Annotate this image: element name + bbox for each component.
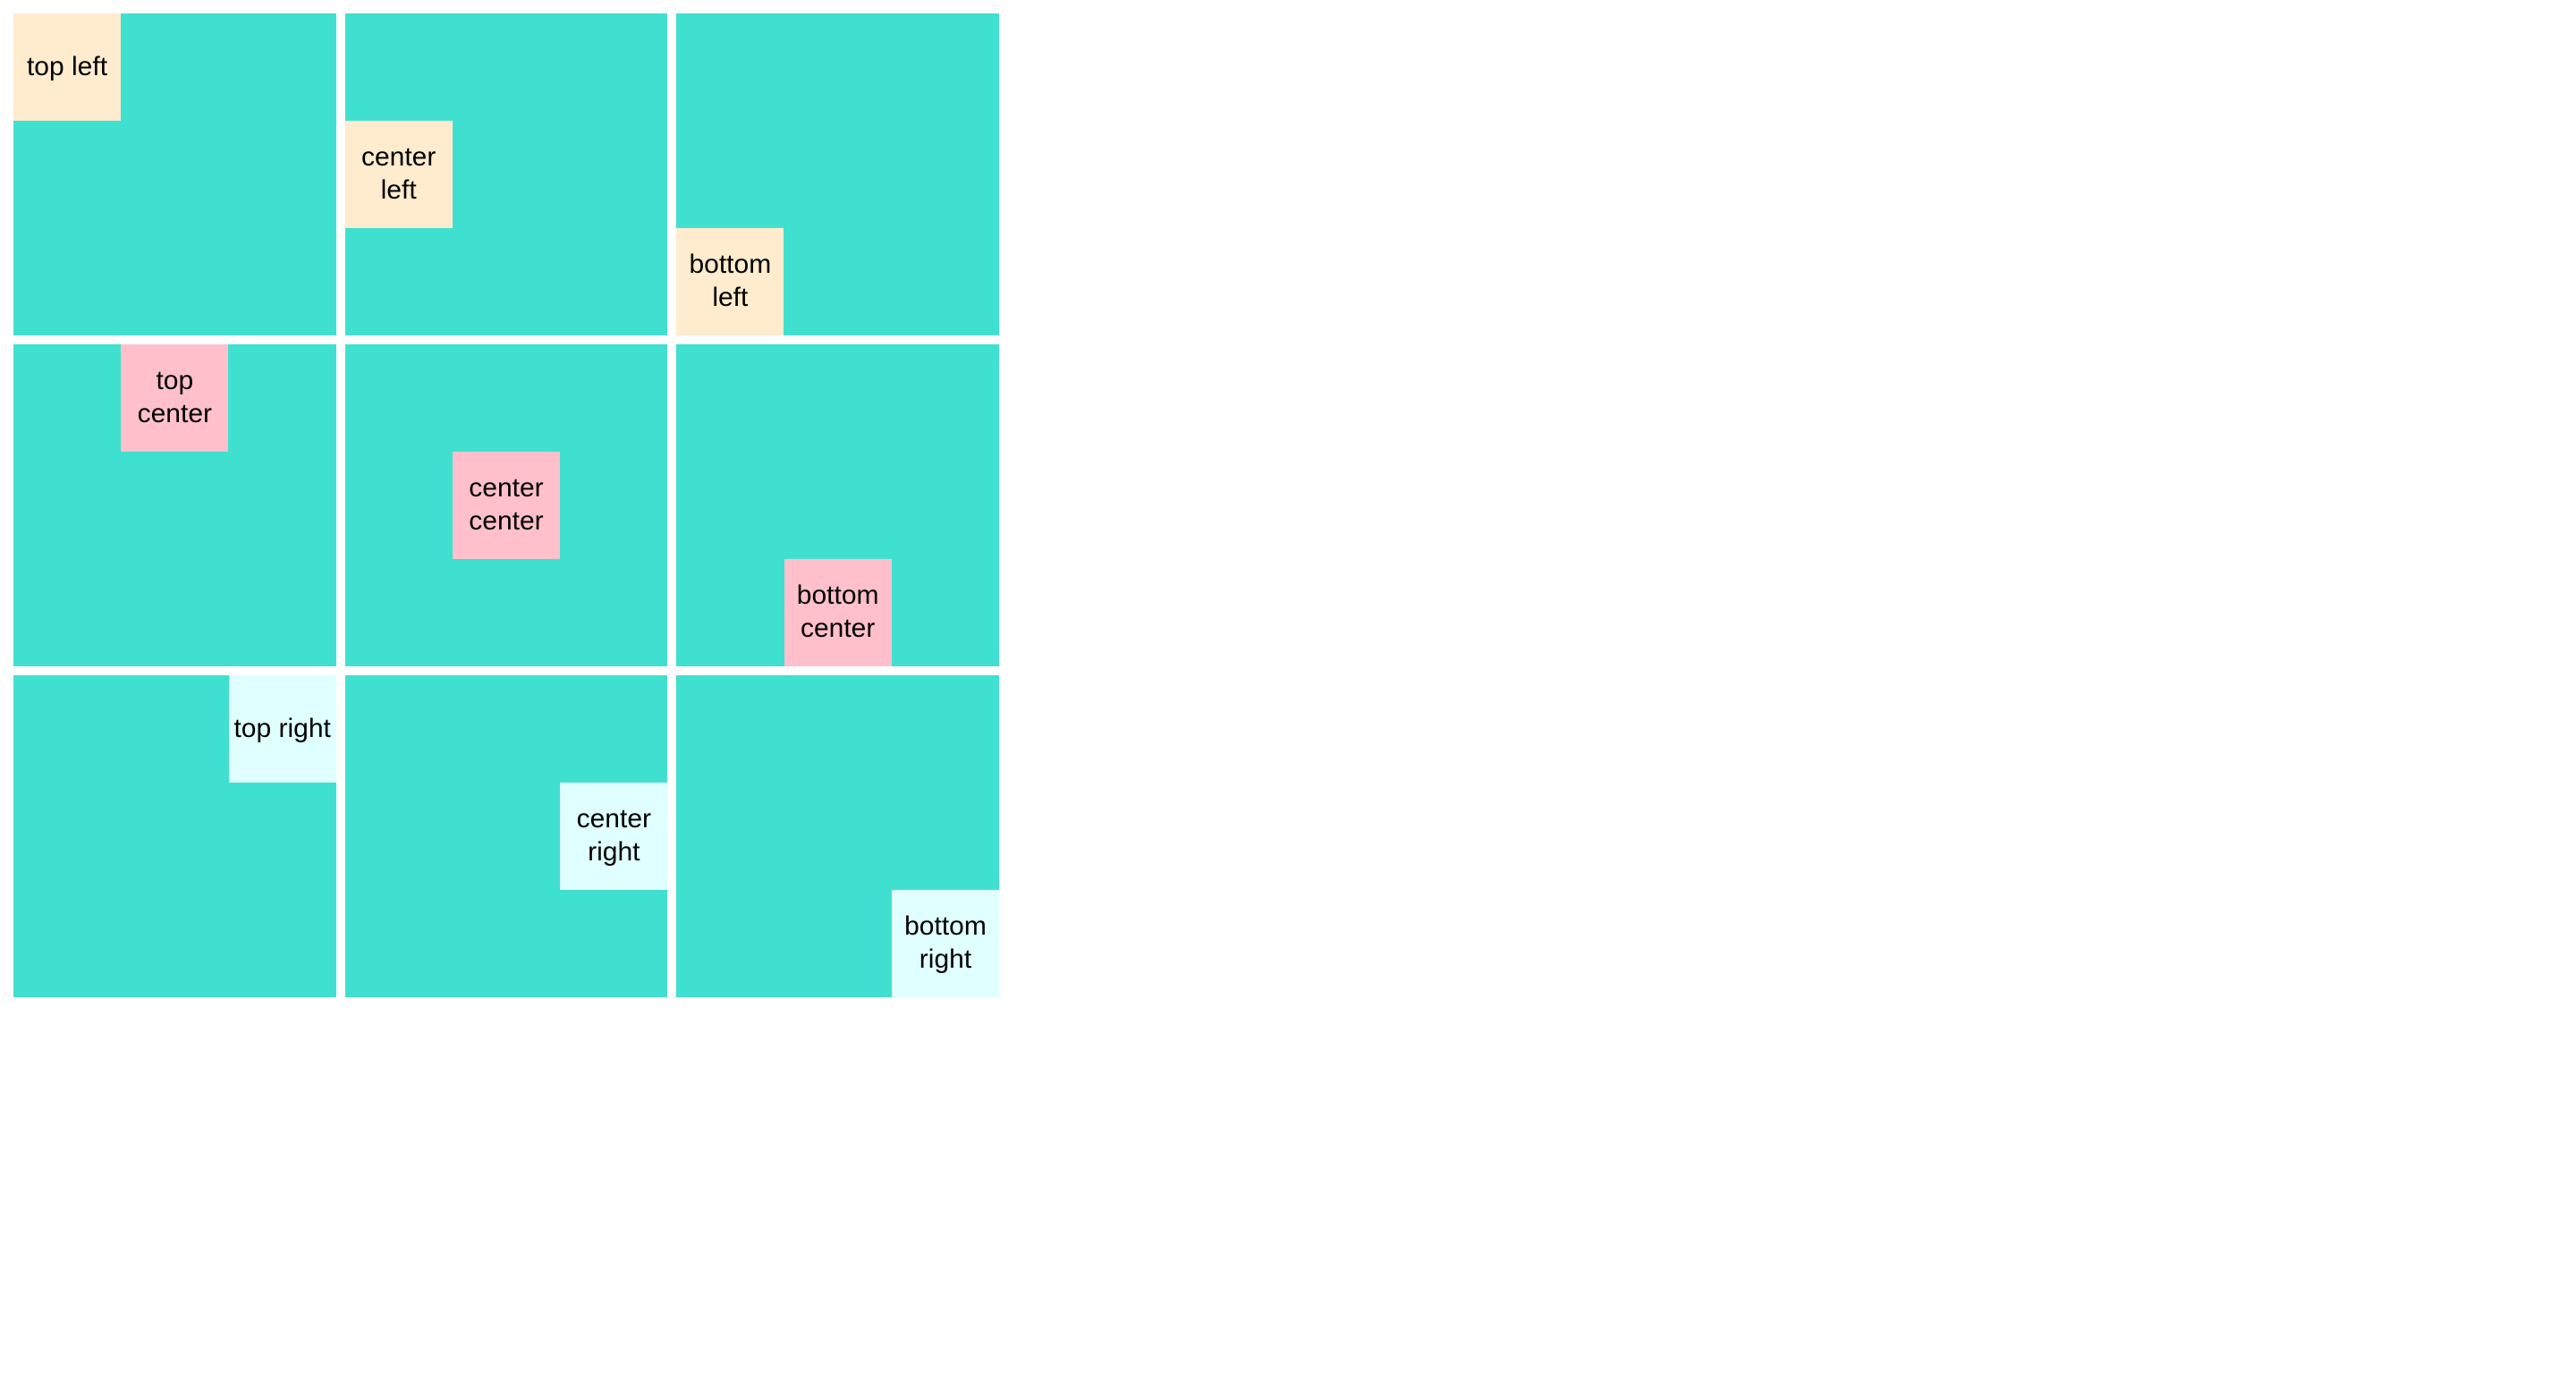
cell-label-text: top left <box>26 51 108 81</box>
grid-cell-center-right[interactable]: center right <box>344 675 668 997</box>
cell-label-text: bottom left <box>689 250 772 312</box>
cell-label-bottom-center: bottom center <box>784 559 892 666</box>
cell-label-text: bottom right <box>904 911 987 974</box>
cell-label-center-right: center right <box>560 783 668 890</box>
cell-label-text: bottom center <box>796 580 879 643</box>
cell-label-text: center right <box>576 804 652 867</box>
cell-label-text: top center <box>137 366 213 428</box>
cell-label-top-right: top right <box>228 675 336 783</box>
grid-cell-bottom-right[interactable]: bottom right <box>676 675 999 997</box>
grid-cell-center-left[interactable]: center left <box>344 13 668 335</box>
grid-cell-top-right[interactable]: top right <box>13 675 336 997</box>
alignment-grid: top left center left bottom left top cen… <box>13 13 999 997</box>
cell-label-text: center left <box>360 142 436 205</box>
cell-label-top-left: top left <box>13 13 121 121</box>
grid-cell-bottom-center[interactable]: bottom center <box>676 344 999 666</box>
cell-label-text: center center <box>469 473 544 536</box>
grid-cell-center-center[interactable]: center center <box>344 344 668 666</box>
grid-cell-top-left[interactable]: top left <box>13 13 336 335</box>
cell-label-text: top right <box>233 713 331 743</box>
cell-label-top-center: top center <box>121 344 229 452</box>
grid-cell-bottom-left[interactable]: bottom left <box>676 13 999 335</box>
grid-cell-top-center[interactable]: top center <box>13 344 336 666</box>
cell-label-center-left: center left <box>344 121 453 228</box>
cell-label-bottom-right: bottom right <box>891 890 999 997</box>
cell-label-bottom-left: bottom left <box>676 228 784 335</box>
cell-label-center-center: center center <box>452 452 560 559</box>
